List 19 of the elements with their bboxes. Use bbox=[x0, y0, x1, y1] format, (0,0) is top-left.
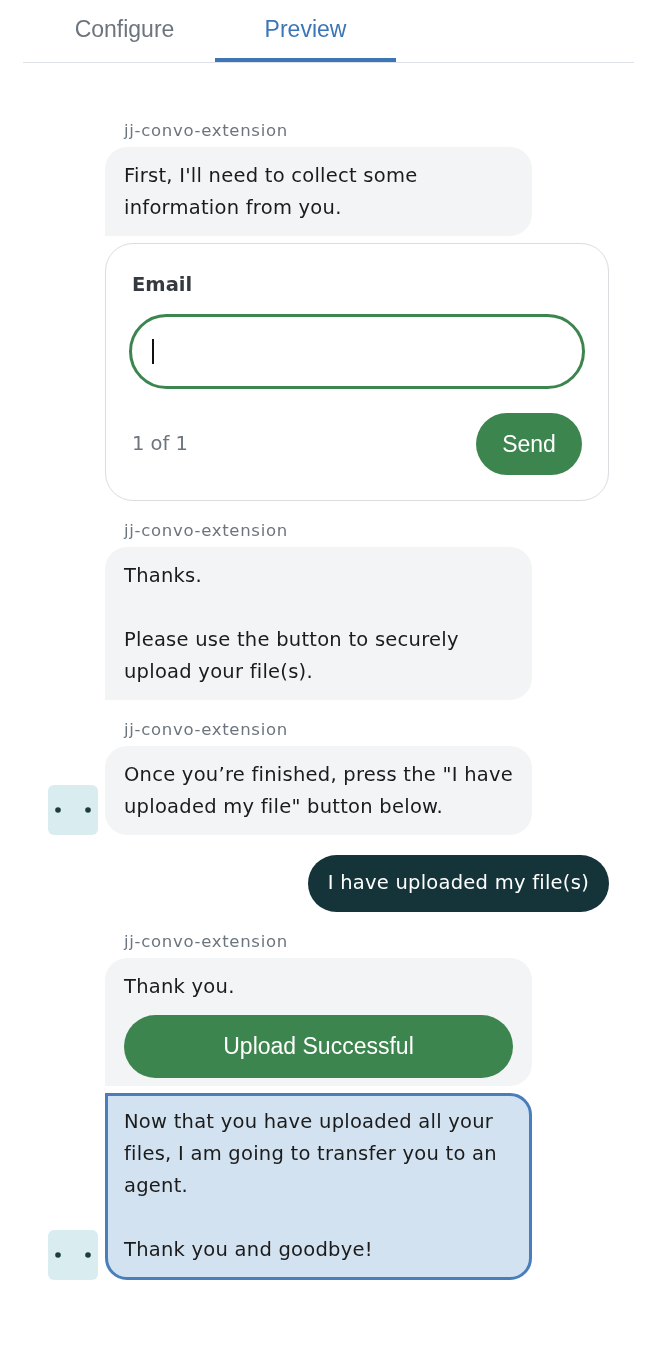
message-text: Thanks. bbox=[124, 563, 203, 589]
message-text: Once you’re finished, press the "I have uploaded my file" button below. bbox=[124, 762, 513, 820]
message-text: Thank you. bbox=[124, 974, 236, 1000]
step-counter: 1 of 1 bbox=[132, 431, 188, 458]
tab[interactable]: Preview bbox=[215, 0, 396, 62]
message-text: Please use the button to securely upload your file(s). bbox=[124, 627, 460, 685]
upload-button[interactable]: Upload Successful bbox=[124, 1015, 513, 1078]
message-text: First, I'll need to collect some information from you. bbox=[124, 163, 419, 221]
message-text: Thank you and goodbye! bbox=[124, 1237, 374, 1263]
tab[interactable]: Configure bbox=[34, 0, 215, 62]
sender-name: jj-convo-extension bbox=[124, 121, 289, 141]
field-label: Email bbox=[132, 272, 194, 298]
send-button[interactable]: Send bbox=[476, 413, 582, 475]
text-cursor-icon bbox=[152, 339, 154, 364]
sender-name: jj-convo-extension bbox=[124, 932, 289, 952]
sender-name: jj-convo-extension bbox=[124, 521, 289, 541]
message-text: Now that you have uploaded all your files, I am going to transfer you to an agent. bbox=[124, 1109, 498, 1199]
sender-name: jj-convo-extension bbox=[124, 720, 289, 740]
user-message: I have uploaded my file(s) bbox=[307, 855, 609, 912]
